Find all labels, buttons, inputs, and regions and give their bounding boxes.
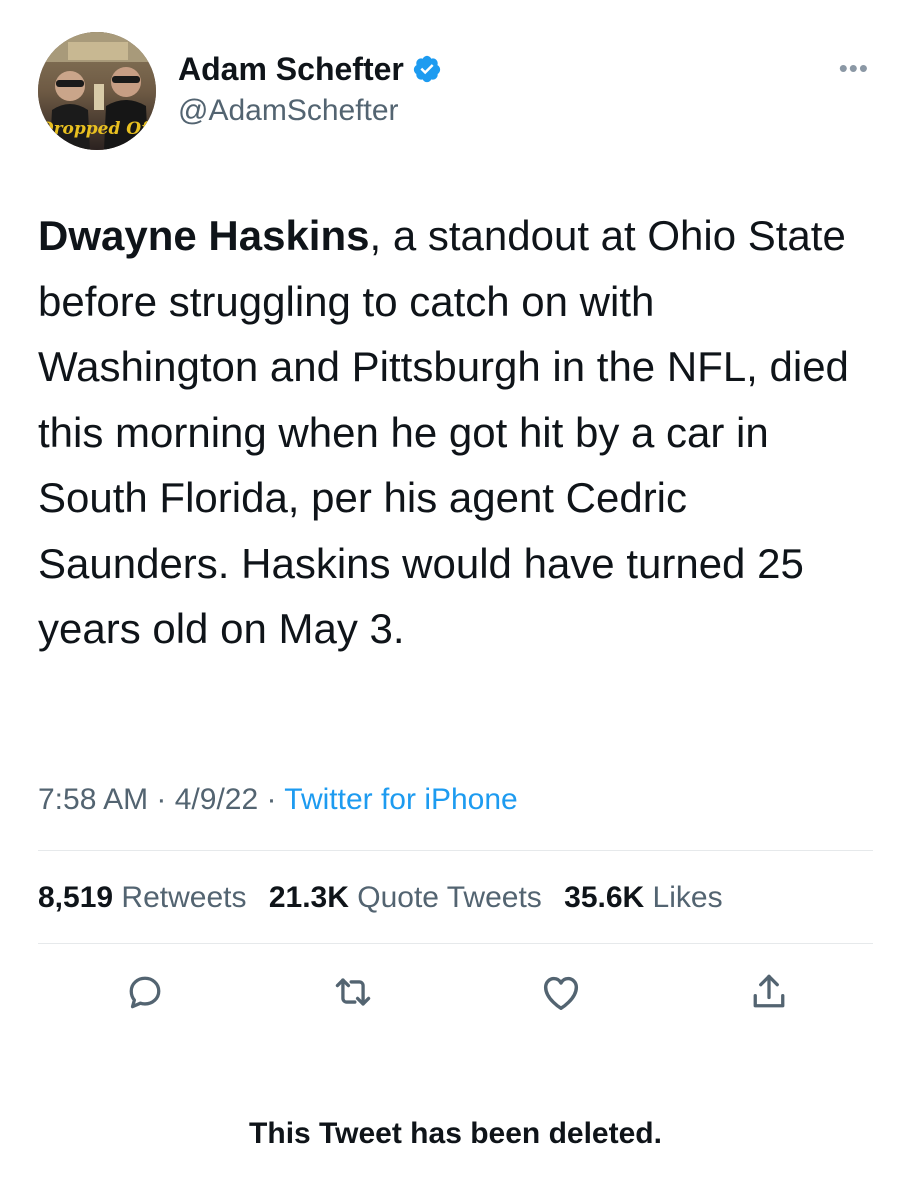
reply-icon [129, 976, 161, 1009]
quote-tweets-count: 21.3K [268, 881, 349, 914]
likes-count: 35.6K [564, 881, 645, 914]
tweet-body: Dwayne Haskins, a standout at Ohio State… [38, 203, 878, 662]
tweet-date[interactable]: 4/9/22 [175, 783, 258, 816]
retweet-button[interactable] [326, 965, 380, 1019]
quote-tweets-stat[interactable]: 21.3K Quote Tweets [269, 881, 542, 914]
tweet-bold-lead[interactable]: Dwayne Haskins [38, 212, 370, 259]
retweet-icon [335, 978, 371, 1006]
tweet-stats: 8,519 Retweets 21.3K Quote Tweets 35.6K … [38, 878, 737, 918]
meta-separator: · [258, 783, 285, 816]
share-button[interactable] [742, 965, 796, 1019]
likes-label: Likes [652, 881, 723, 914]
avatar[interactable]: Dropped Off [38, 32, 156, 150]
likes-stat[interactable]: 35.6K Likes [564, 881, 722, 914]
display-name-row[interactable]: Adam Schefter [178, 50, 442, 88]
verified-badge-icon [412, 54, 442, 84]
deleted-notice: This Tweet has been deleted. [249, 1117, 662, 1150]
more-horizontal-icon[interactable]: ••• [839, 55, 869, 81]
retweets-stat[interactable]: 8,519 Retweets [38, 881, 246, 914]
divider [38, 943, 873, 944]
share-icon [753, 974, 785, 1008]
avatar-caption: Dropped Off [38, 119, 156, 139]
retweets-count: 8,519 [38, 881, 114, 914]
avatar-image: Dropped Off [38, 32, 156, 150]
like-button[interactable] [534, 965, 588, 1019]
like-icon [543, 976, 579, 1011]
reply-button[interactable] [118, 965, 172, 1019]
tweet-actions [38, 965, 873, 1035]
display-name[interactable]: Adam Schefter [178, 50, 404, 88]
tweet-time[interactable]: 7:58 AM [38, 783, 148, 816]
tweet-header: Dropped Off Adam Schefter @AdamSchefter … [38, 32, 873, 152]
tweet-text: , a standout at Ohio State before strugg… [38, 212, 849, 652]
tweet-meta: 7:58 AM · 4/9/22 · Twitter for iPhone [38, 780, 518, 820]
quote-tweets-label: Quote Tweets [357, 881, 542, 914]
author-info: Adam Schefter @AdamSchefter [178, 50, 442, 130]
tweet-source-link[interactable]: Twitter for iPhone [284, 783, 517, 816]
user-handle[interactable]: @AdamSchefter [178, 92, 442, 130]
retweets-label: Retweets [121, 881, 247, 914]
meta-separator: · [148, 783, 175, 816]
divider [38, 850, 873, 851]
